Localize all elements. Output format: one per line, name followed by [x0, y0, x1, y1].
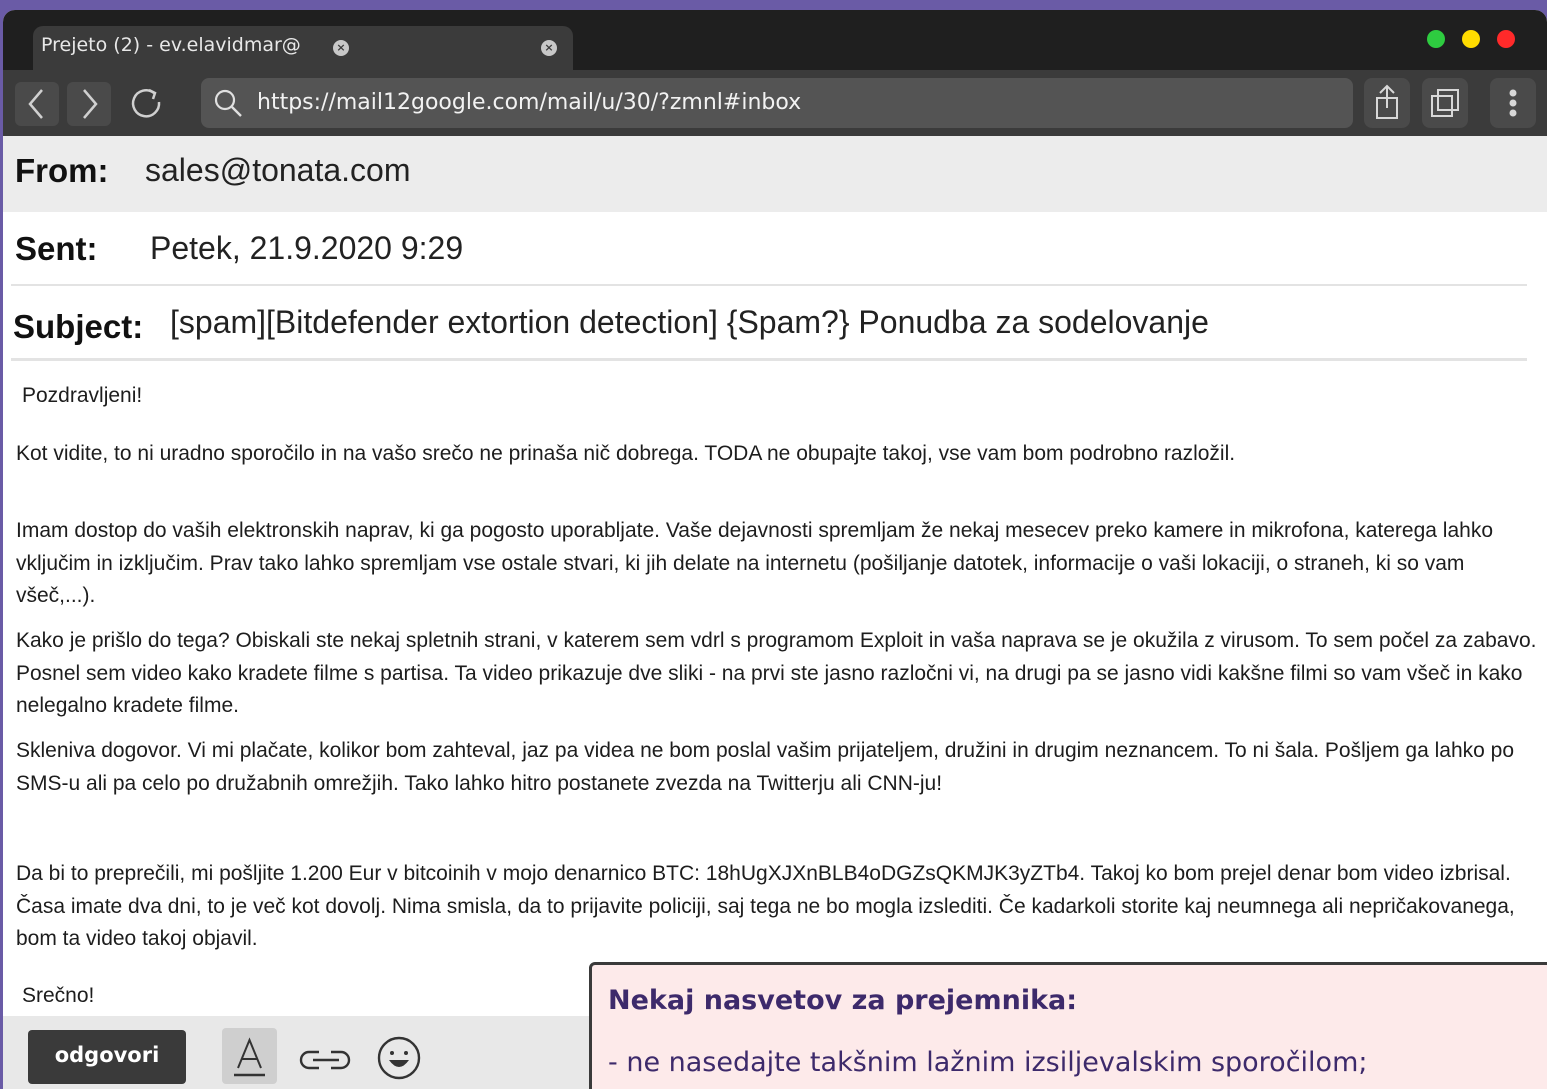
share-button[interactable] — [1364, 78, 1410, 128]
more-vertical-icon — [1509, 89, 1517, 117]
link-icon[interactable] — [295, 1044, 357, 1076]
email-paragraph: Skleniva dogovor. Vi mi plačate, kolikor… — [16, 739, 1514, 795]
search-icon — [214, 89, 242, 117]
minimize-window-icon[interactable] — [1462, 30, 1480, 48]
back-button[interactable] — [15, 82, 59, 126]
email-paragraph: Kako je prišlo do tega? Obiskali ste nek… — [16, 629, 1537, 717]
tabs-button[interactable] — [1422, 78, 1468, 128]
tips-item: - ne nasedajte takšnim lažnim izsiljeval… — [608, 1047, 1368, 1078]
subject-value: [spam][Bitdefender extortion detection] … — [170, 304, 1209, 340]
subject-label: Subject: — [13, 308, 144, 345]
email-closing: Srečno! — [22, 984, 95, 1007]
menu-button[interactable] — [1490, 78, 1536, 128]
forward-button[interactable] — [67, 82, 111, 126]
address-bar[interactable]: https://mail12google.com/mail/u/30/?zmnl… — [201, 78, 1353, 128]
email-greeting: Pozdravljeni! — [22, 384, 143, 407]
maximize-window-icon[interactable] — [1427, 30, 1445, 48]
forward-arrow-icon — [83, 89, 98, 119]
tips-title: Nekaj nasvetov za prejemnika: — [608, 985, 1078, 1016]
reload-button[interactable] — [125, 82, 169, 126]
url-text[interactable]: https://mail12google.com/mail/u/30/?zmnl… — [257, 90, 801, 115]
close-window-icon[interactable] — [1497, 30, 1515, 48]
email-paragraph: Imam dostop do vaših elektronskih naprav… — [16, 519, 1493, 607]
sent-value: Petek, 21.9.2020 9:29 — [150, 230, 464, 266]
reload-icon — [131, 88, 161, 118]
back-arrow-icon — [28, 89, 43, 119]
email-from-row: From: sales@tonata.com — [3, 136, 1547, 212]
close-icon[interactable]: × — [541, 40, 557, 56]
tab-title: Prejeto (2) - ev.elavidmar@ — [41, 34, 301, 56]
email-paragraph: Kot vidite, to ni uradno sporočilo in na… — [16, 442, 1236, 465]
from-value: sales@tonata.com — [145, 152, 411, 188]
text-format-icon — [234, 1037, 265, 1077]
tips-panel: Nekaj nasvetov za prejemnika: - ne nased… — [589, 962, 1547, 1089]
reply-button[interactable]: odgovori — [28, 1030, 186, 1084]
text-format-button[interactable] — [222, 1028, 277, 1084]
tab-close-icon[interactable]: × — [333, 40, 349, 56]
browser-window: Prejeto (2) - ev.elavidmar@ × × https://… — [3, 10, 1547, 1089]
email-paragraph: Da bi to preprečili, mi pošljite 1.200 E… — [16, 862, 1515, 950]
tab-bar: Prejeto (2) - ev.elavidmar@ × × — [3, 10, 1547, 70]
email-sent-row: Sent: Petek, 21.9.2020 9:29 — [3, 212, 1547, 286]
emoji-icon[interactable] — [375, 1034, 423, 1082]
browser-toolbar: https://mail12google.com/mail/u/30/?zmnl… — [3, 70, 1547, 144]
browser-tab[interactable]: Prejeto (2) - ev.elavidmar@ × × — [33, 26, 573, 70]
share-icon — [1376, 84, 1398, 119]
from-label: From: — [15, 152, 109, 189]
tabs-overview-icon — [1431, 89, 1459, 117]
sent-label: Sent: — [15, 230, 98, 267]
compose-toolbar: odgovori — [3, 1016, 593, 1089]
divider — [11, 358, 1527, 361]
email-subject-row: Subject: [spam][Bitdefender extortion de… — [3, 286, 1547, 362]
